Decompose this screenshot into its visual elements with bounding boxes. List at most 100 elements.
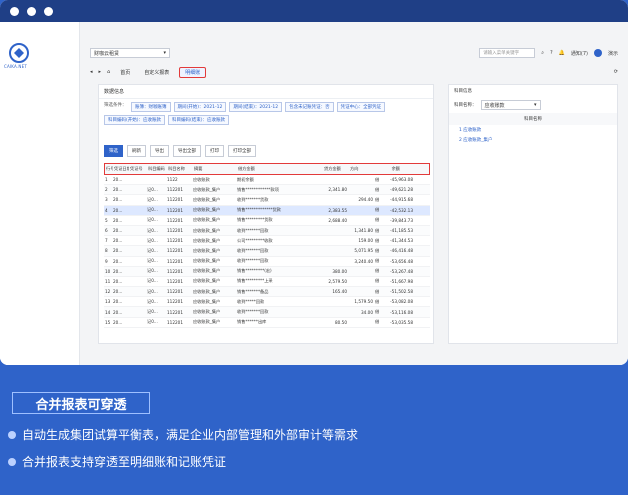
table-cell: 34.00	[361, 309, 373, 315]
table-row[interactable]: 5 20... 记0... 112201 应收账款_集户 销售*********货款 2,6…	[104, 216, 430, 226]
window-dot-3	[44, 6, 53, 16]
table-row[interactable]: 8 20... 记0... 112201 应收账款_集户 收到*******回款 5,071…	[104, 246, 430, 257]
org-select[interactable]: 财咖云租赁 ▾	[90, 48, 170, 58]
table-row[interactable]: 7 20... 记0... 112201 应收账款_集户 公司*********收款 159…	[104, 236, 430, 247]
export-all-button[interactable]: 导出全部	[173, 145, 201, 157]
table-cell: 记0...	[147, 268, 158, 274]
filter-chip[interactable]: 科目编码(结束)：应收账款	[168, 115, 230, 125]
user-name[interactable]: 演示	[608, 50, 618, 57]
table-row[interactable]: 2 20... 记0... 112201 应收账款_集户 销售************款项…	[104, 185, 430, 196]
print-button[interactable]: 打印	[205, 145, 224, 157]
col-header[interactable]: 方向	[349, 166, 375, 172]
feature-title: 合并报表可穿透	[35, 397, 127, 413]
app-area: CAIKA.NET 财咖云租赁 ▾ 请输入菜单关键字 ⌕ ? 🔔 通知(7) 演…	[0, 22, 628, 365]
bullet-dot-icon	[8, 430, 16, 439]
subject-select-value: 应收账款	[484, 102, 505, 109]
table-cell: 应收账款_集户	[193, 278, 221, 284]
table-row[interactable]: 14 20... 记0... 112201 应收账款_集户 收到*******回款 34.0…	[104, 307, 430, 318]
table-cell: 112201	[167, 289, 183, 295]
col-header[interactable]: 余额	[375, 166, 401, 172]
filter-chip[interactable]: 期间(结束)：2021-12	[229, 102, 283, 112]
help-icon[interactable]: ?	[550, 50, 553, 56]
table-row[interactable]: 13 20... 记0... 112201 应收账款_集户 收到*****回款 1,579.…	[104, 297, 430, 308]
table-cell: 13	[105, 299, 111, 305]
col-header[interactable]: 行号	[105, 166, 113, 172]
filter-chip[interactable]: 包含未记账凭证：否	[285, 102, 334, 112]
table-row[interactable]: 3 20... 记0... 112201 应收账款_集户 收到*******货款 294.4…	[104, 195, 430, 206]
table-cell: -39,843.73	[390, 217, 413, 223]
table-cell: 20...	[113, 238, 123, 244]
table-row[interactable]: 6 20... 记0... 112201 应收账款_集户 收到*******回款 1,341…	[104, 225, 430, 237]
col-header[interactable]: 摘要	[193, 166, 237, 172]
action-buttons: 筛选 刷新 导出 导出全部 打印 打印全部	[104, 145, 256, 157]
tab-home[interactable]: 首页	[116, 68, 134, 77]
subject-select[interactable]: 应收账款 ▾	[480, 100, 541, 110]
search-icon[interactable]: ⌕	[541, 50, 544, 56]
table-cell: 112201	[167, 207, 183, 213]
table-cell: 借	[375, 288, 380, 294]
filter-chip[interactable]: 科目编码(开始)：应收账款	[104, 115, 166, 125]
menu-search-input[interactable]: 请输入菜单关键字	[479, 48, 536, 58]
print-all-button[interactable]: 打印全部	[228, 145, 256, 157]
notifications-label[interactable]: 通知(7)	[571, 50, 588, 57]
refresh-button[interactable]: 刷新	[127, 145, 146, 157]
table-cell: 记0...	[147, 247, 158, 253]
table-cell: 20...	[113, 309, 123, 315]
col-header[interactable]: 凭证日期	[113, 166, 129, 172]
table-cell: 应收账款_集户	[193, 319, 221, 325]
table-cell: -51,502.58	[390, 289, 413, 295]
table-cell: 借	[375, 258, 380, 264]
table-row[interactable]: 9 20... 记0... 112201 应收账款_集户 收到*******回款 3,240…	[104, 257, 430, 267]
filter-label: 筛选条件：	[104, 103, 127, 108]
table-cell: 收到*******回款	[237, 227, 269, 233]
table-cell: 销售************款项	[237, 186, 279, 192]
table-cell: 2,579.50	[328, 278, 347, 284]
filter-chip[interactable]: 凭证中心：全部凭证	[336, 102, 386, 112]
subject-column-header: 科目名称	[449, 113, 617, 125]
table-cell: 20...	[113, 207, 123, 213]
table-row[interactable]: 12 20... 记0... 112201 应收账款_集户 销售*******备品 165.…	[104, 287, 430, 298]
bell-icon[interactable]: 🔔	[559, 50, 565, 56]
right-tools: 请输入菜单关键字 ⌕ ? 🔔 通知(7) 演示	[479, 48, 618, 58]
table-cell: 应收账款_集户	[193, 237, 221, 243]
table-cell: 2,341.80	[328, 187, 347, 193]
table-row[interactable]: 4 20... 记0... 112201 应收账款_集户 销售*************货…	[104, 205, 430, 216]
col-header[interactable]: 科目编码	[147, 166, 167, 172]
table-row[interactable]: 10 20... 记0... 112201 应收账款_集户 销售*********(宏) 3…	[104, 266, 430, 277]
brand-logo-icon	[9, 43, 29, 63]
table-row[interactable]: 1 20... 1122 应收账款 期初余额 借 -45,963.08	[104, 175, 430, 186]
tab-ledger[interactable]: 明细账	[179, 66, 207, 78]
table-cell: 20...	[113, 177, 123, 183]
window-dot-2	[27, 6, 36, 16]
table-cell: 记0...	[147, 237, 158, 243]
table-cell: 记0...	[147, 278, 158, 284]
bullet-item: 合并报表支持穿透至明细账和记账凭证	[8, 453, 618, 470]
col-header[interactable]: 凭证号	[129, 166, 147, 172]
ledger-panel: 数据信息 筛选条件： 账簿：财咖账簿 期间(开始)：2021-12 期间(结束)…	[98, 84, 434, 344]
col-header[interactable]: 贷方金额	[323, 166, 349, 172]
table-row[interactable]: 15 20... 记0... 112201 应收账款_集户 销售******出库 80.50…	[104, 318, 430, 328]
table-cell: 380.00	[332, 268, 347, 274]
avatar[interactable]	[593, 49, 602, 57]
filter-chip[interactable]: 账簿：财咖账簿	[131, 102, 171, 112]
tree-item[interactable]: 1 应收账款	[449, 125, 617, 135]
filter-chip[interactable]: 期间(开始)：2021-12	[173, 102, 227, 112]
col-header[interactable]: 借方金额	[237, 166, 323, 172]
tabs-prev-icon[interactable]: ◂	[90, 69, 93, 75]
tab-custom-report[interactable]: 自定义报表	[140, 68, 173, 77]
export-button[interactable]: 导出	[150, 145, 169, 157]
table-cell: 公司*********收款	[237, 237, 273, 243]
refresh-icon[interactable]: ⟳	[614, 69, 618, 75]
screenshot-frame: CAIKA.NET 财咖云租赁 ▾ 请输入菜单关键字 ⌕ ? 🔔 通知(7) 演…	[0, 0, 628, 365]
table-row[interactable]: 11 20... 记0... 112201 应收账款_集户 销售*********上采 2,…	[104, 277, 430, 288]
table-cell: 借	[375, 319, 380, 325]
filter-button[interactable]: 筛选	[104, 145, 123, 157]
tree-item[interactable]: 2 应收账款_集户	[449, 135, 617, 145]
col-header[interactable]: 科目名称	[167, 166, 193, 172]
table-cell: 期初余额	[237, 176, 254, 182]
table-cell: 165.40	[332, 289, 347, 295]
table-cell: 1,579.50	[354, 299, 373, 305]
table-cell: 应收账款_集户	[193, 288, 221, 294]
table-cell: 借	[375, 278, 380, 284]
tabs-next-icon[interactable]: ▸	[99, 69, 102, 75]
